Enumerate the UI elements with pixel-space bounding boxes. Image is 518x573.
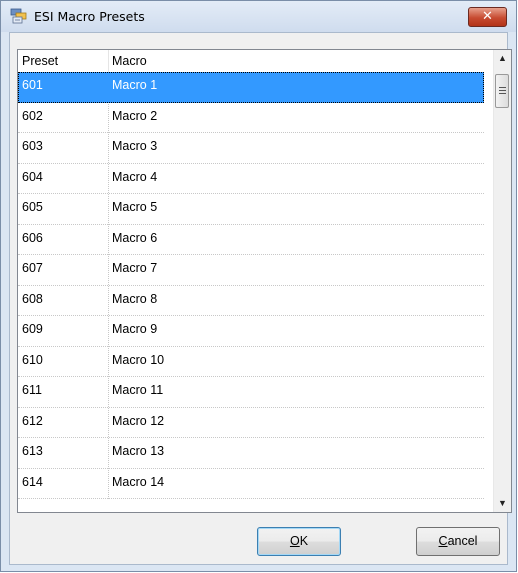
- preset-cell: 611: [22, 383, 42, 397]
- macro-cell: Macro 12: [112, 413, 165, 428]
- macro-cell: Macro 9: [112, 322, 158, 336]
- cancel-label-rest: ancel: [447, 534, 478, 548]
- list-row[interactable]: 614 Macro 14: [18, 469, 484, 499]
- column-separator[interactable]: [108, 50, 109, 72]
- preset-cell: 610: [22, 352, 43, 367]
- preset-cell: 606: [22, 230, 43, 245]
- list-row[interactable]: 613 Macro 13: [18, 438, 484, 469]
- close-icon: ✕: [482, 9, 493, 24]
- preset-cell: 601: [22, 78, 43, 92]
- list-header: Preset Macro: [18, 50, 484, 73]
- macro-cell: Macro 4: [112, 169, 158, 184]
- macro-cell: Macro 1: [112, 78, 158, 92]
- grip-line: [499, 90, 506, 91]
- macro-cell: Macro 3: [112, 139, 158, 153]
- list-row[interactable]: 602 Macro 2: [18, 103, 484, 133]
- cancel-accel: C: [438, 534, 448, 548]
- scroll-up-icon[interactable]: ▲: [494, 50, 511, 67]
- preset-cell: 609: [22, 322, 43, 336]
- ok-accel: O: [289, 534, 300, 548]
- macro-cell: Macro 7: [112, 261, 158, 275]
- title-bar[interactable]: ESI Macro Presets ✕: [1, 1, 516, 32]
- list-row[interactable]: 612 Macro 12: [18, 408, 484, 438]
- macro-cell: Macro 6: [112, 230, 158, 245]
- macro-cell: Macro 10: [112, 352, 165, 367]
- close-button[interactable]: ✕: [468, 7, 507, 27]
- list-row[interactable]: 606 Macro 6: [18, 225, 484, 255]
- macro-cell: Macro 5: [112, 200, 158, 214]
- ok-label-rest: K: [299, 534, 309, 548]
- list-rows: 601 Macro 1 602 Macro 2 603 Macro 3 604 Macro 4…: [18, 72, 484, 499]
- ok-button[interactable]: OK: [257, 527, 341, 556]
- macro-presets-icon: [10, 8, 27, 24]
- list-row[interactable]: 605 Macro 5: [18, 194, 484, 225]
- column-header-macro[interactable]: Macro: [112, 54, 147, 68]
- column-header-preset[interactable]: Preset: [22, 54, 58, 68]
- list-row[interactable]: 609 Macro 9: [18, 316, 484, 347]
- macro-cell: Macro 13: [112, 444, 165, 458]
- preset-cell: 612: [22, 413, 43, 428]
- preset-cell: 607: [22, 261, 43, 275]
- preset-cell: 605: [22, 200, 43, 214]
- preset-cell: 602: [22, 108, 43, 123]
- preset-cell: 604: [22, 169, 43, 184]
- macro-cell: Macro 11: [112, 383, 164, 397]
- grip-line: [499, 93, 506, 94]
- macro-cell: Macro 8: [112, 291, 158, 306]
- preset-cell: 603: [22, 139, 43, 153]
- scroll-down-icon[interactable]: ▼: [494, 495, 511, 512]
- preset-cell: 608: [22, 291, 43, 306]
- macro-cell: Macro 2: [112, 108, 158, 123]
- list-row[interactable]: 601 Macro 1: [18, 72, 484, 103]
- vertical-scrollbar[interactable]: ▲ ▼: [493, 50, 511, 512]
- macro-cell: Macro 14: [112, 474, 165, 489]
- list-row[interactable]: 603 Macro 3: [18, 133, 484, 164]
- window-title: ESI Macro Presets: [34, 9, 145, 24]
- scroll-thumb[interactable]: [495, 74, 509, 108]
- preset-list[interactable]: Preset Macro 601 Macro 1 602 Macro 2 603 Macr…: [17, 49, 512, 513]
- cancel-button[interactable]: Cancel: [416, 527, 500, 556]
- list-row[interactable]: 608 Macro 8: [18, 286, 484, 316]
- list-row[interactable]: 607 Macro 7: [18, 255, 484, 286]
- preset-cell: 613: [22, 444, 43, 458]
- list-row[interactable]: 610 Macro 10: [18, 347, 484, 377]
- grip-line: [499, 87, 506, 88]
- list-row[interactable]: 604 Macro 4: [18, 164, 484, 194]
- preset-cell: 614: [22, 474, 43, 489]
- list-row[interactable]: 611 Macro 11: [18, 377, 484, 408]
